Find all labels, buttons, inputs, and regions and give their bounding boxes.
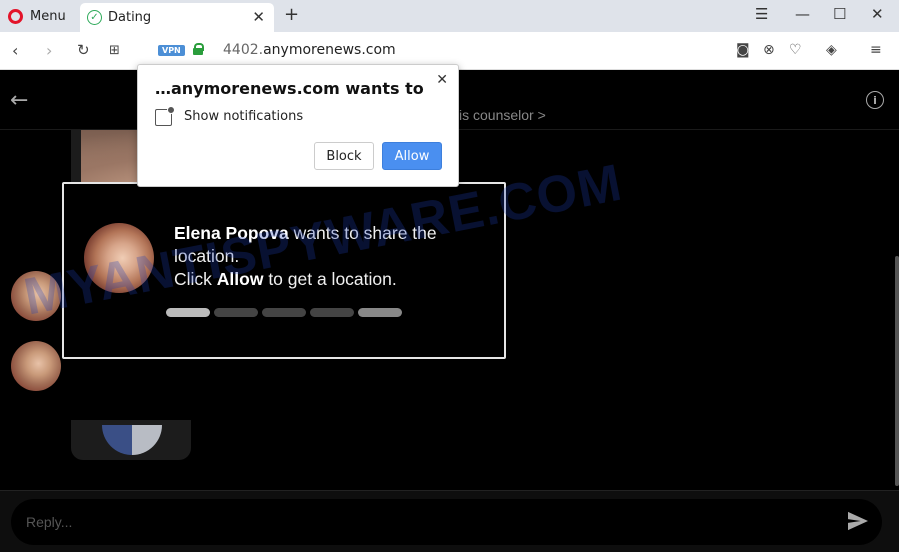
avatar [84, 223, 154, 293]
progress-segment [358, 308, 402, 317]
progress-segment [214, 308, 258, 317]
tab-bar: Menu ✓ Dating ✕ + ☰ — ☐ ✕ [0, 0, 899, 32]
progress-segment [310, 308, 354, 317]
reply-input[interactable] [11, 499, 882, 545]
extension-cube-icon[interactable]: ◈ [826, 42, 837, 58]
url-prefix: 4402. [223, 42, 264, 58]
new-tab-button[interactable]: + [284, 4, 299, 25]
speed-dial-icon[interactable]: ⊞ [109, 43, 120, 58]
loading-progress [166, 308, 402, 317]
progress-segment [262, 308, 306, 317]
tab-menu-icon[interactable]: ☰ [755, 5, 768, 23]
sender-name: Elena Popova [174, 223, 289, 243]
back-arrow-icon[interactable]: ← [10, 88, 28, 113]
heart-icon[interactable]: ♡ [789, 42, 802, 58]
close-window-icon[interactable]: ✕ [871, 5, 884, 23]
image-thumbnail [102, 425, 162, 455]
url-field[interactable]: 4402.anymorenews.com [223, 42, 396, 58]
notification-permission-prompt: …anymorenews.com wants to ✕ Show notific… [137, 64, 459, 187]
url-domain: anymorenews.com [263, 42, 396, 58]
minimize-icon[interactable]: — [795, 5, 810, 23]
allow-word: Allow [216, 269, 264, 289]
reply-bar [0, 490, 899, 552]
check-circle-icon: ✓ [87, 10, 102, 25]
block-button[interactable]: Block [314, 142, 374, 170]
location-message: Elena Popova wants to share the location… [174, 222, 494, 291]
close-icon[interactable]: ✕ [436, 72, 448, 88]
back-icon[interactable]: ‹ [12, 41, 18, 60]
menu-label: Menu [30, 8, 66, 24]
easy-setup-icon[interactable]: ≡ [870, 42, 882, 58]
tab-title: Dating [108, 10, 152, 25]
location-click: Click [174, 269, 217, 289]
avatar [11, 341, 61, 391]
location-share-popup: Elena Popova wants to share the location… [62, 182, 506, 359]
location-line2: to get a location. [263, 269, 397, 289]
allow-button[interactable]: Allow [382, 142, 442, 170]
tab-close-icon[interactable]: ✕ [252, 8, 265, 26]
forward-icon[interactable]: › [46, 41, 52, 60]
progress-segment [166, 308, 210, 317]
reload-icon[interactable]: ↻ [77, 41, 90, 59]
lock-icon[interactable] [193, 43, 204, 55]
opera-logo-icon [8, 8, 23, 24]
scrollbar[interactable] [895, 256, 899, 486]
info-icon[interactable]: i [866, 91, 884, 109]
avatar [11, 271, 61, 321]
send-icon[interactable] [847, 511, 869, 531]
tab-dating[interactable]: ✓ Dating ✕ [80, 3, 274, 32]
notification-bell-icon [155, 106, 175, 126]
opera-menu-button[interactable]: Menu [8, 6, 66, 26]
camera-icon[interactable]: ◙ [736, 42, 750, 58]
header-text[interactable]: sis counselor > [452, 107, 546, 123]
prompt-title: …anymorenews.com wants to [155, 79, 424, 98]
vpn-badge[interactable]: VPN [158, 45, 185, 56]
maximize-icon[interactable]: ☐ [833, 5, 846, 23]
adblock-icon[interactable]: ⊗ [763, 42, 775, 58]
permission-label: Show notifications [184, 109, 304, 124]
